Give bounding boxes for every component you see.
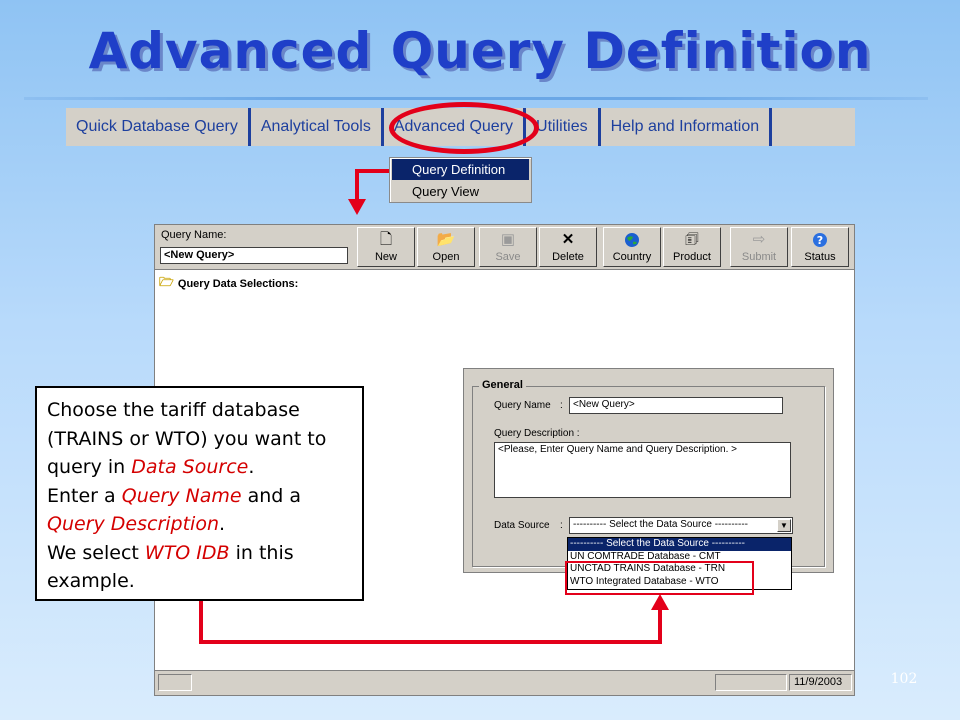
product-button[interactable]: 🗊 Product — [663, 227, 721, 267]
arrow-segment — [355, 169, 389, 173]
dropdown-item-query-definition[interactable]: Query Definition — [392, 159, 529, 180]
menu-help-and-information[interactable]: Help and Information — [601, 108, 773, 146]
chevron-down-icon[interactable]: ▼ — [777, 519, 791, 532]
general-legend: General — [479, 379, 526, 391]
country-button[interactable]: Country — [603, 227, 661, 267]
submit-button[interactable]: ⇨ Submit — [730, 227, 788, 267]
svg-text:?: ? — [817, 234, 823, 247]
status-button-label: Status — [804, 251, 836, 263]
delete-button[interactable]: ✕ Delete — [539, 227, 597, 267]
product-button-label: Product — [673, 251, 711, 263]
save-button-label: Save — [495, 251, 521, 263]
status-cell — [158, 674, 192, 691]
menu-analytical-tools[interactable]: Analytical Tools — [251, 108, 384, 146]
arrow-segment — [658, 610, 662, 644]
callout-text: Enter a — [47, 484, 122, 507]
general-query-name-field[interactable]: <New Query> — [569, 397, 783, 414]
data-source-highlight-box — [565, 561, 754, 595]
save-button[interactable]: ▣ Save — [479, 227, 537, 267]
status-bar: 11/9/2003 — [155, 670, 854, 695]
status-cell — [715, 674, 787, 691]
submit-icon: ⇨ — [752, 231, 766, 248]
save-disk-icon: ▣ — [500, 231, 516, 248]
globe-icon — [624, 230, 640, 250]
query-description-label: Query Description : — [494, 428, 580, 439]
new-document-icon: 🗋 — [379, 231, 393, 248]
callout-emphasis: Data Source — [131, 456, 249, 478]
title-divider — [24, 97, 928, 100]
new-button[interactable]: 🗋 New — [357, 227, 415, 267]
new-button-label: New — [374, 251, 397, 263]
data-source-label: Data Source — [494, 520, 550, 531]
advanced-query-highlight-ellipse — [389, 102, 539, 154]
open-button-label: Open — [432, 251, 460, 263]
help-status-icon: ? — [812, 230, 828, 250]
advanced-query-dropdown: Query Definition Query View — [389, 157, 532, 203]
data-source-select[interactable]: ---------- Select the Data Source ------… — [569, 517, 793, 534]
delete-x-icon: ✕ — [561, 231, 575, 248]
menu-quick-database-query[interactable]: Quick Database Query — [66, 108, 251, 146]
callout-text: We select — [47, 541, 145, 564]
arrow-segment — [199, 640, 662, 644]
arrow-down-head — [348, 199, 366, 215]
query-description-field[interactable]: <Please, Enter Query Name and Query Desc… — [494, 442, 791, 498]
query-name-label: Query Name: — [161, 229, 227, 241]
page-number: 102 — [890, 671, 918, 687]
open-folder-icon: 🗁 — [159, 275, 174, 289]
callout-emphasis: Query Name — [121, 484, 242, 507]
callout-emphasis: Query Description — [47, 513, 219, 535]
data-source-selected-value: ---------- Select the Data Source ------… — [573, 519, 748, 530]
arrow-segment — [199, 601, 203, 644]
arrow-segment — [355, 169, 359, 199]
query-name-field[interactable]: <New Query> — [160, 247, 348, 264]
callout-emphasis: WTO IDB — [144, 541, 230, 564]
delete-button-label: Delete — [552, 251, 584, 263]
submit-button-label: Submit — [741, 251, 777, 263]
country-button-label: Country — [612, 251, 652, 263]
dropdown-item-query-view[interactable]: Query View — [392, 181, 529, 202]
query-data-selections-label: Query Data Selections: — [177, 277, 299, 290]
callout-text: and a — [241, 484, 302, 507]
status-date: 11/9/2003 — [789, 674, 852, 691]
arrow-up-head — [651, 594, 669, 610]
query-data-selections-node[interactable]: 🗁 Query Data Selections: — [159, 273, 298, 294]
product-icon: 🗊 — [685, 231, 699, 248]
callout-text: . — [248, 456, 255, 478]
open-button[interactable]: 📂 Open — [417, 227, 475, 267]
toolbar: Query Name: <New Query> 🗋 New 📂 Open ▣ S… — [155, 225, 854, 270]
data-source-option[interactable]: ---------- Select the Data Source ------… — [568, 538, 791, 551]
open-folder-icon: 📂 — [436, 231, 456, 248]
status-button[interactable]: ? Status — [791, 227, 849, 267]
label-colon: : — [560, 400, 563, 411]
label-colon: : — [560, 520, 563, 531]
callout-text: . — [219, 513, 226, 535]
general-query-name-label: Query Name — [494, 400, 551, 411]
instruction-callout: Choose the tariff database (TRAINS or WT… — [35, 386, 364, 601]
slide-title: Advanced Query Definition — [88, 22, 872, 80]
